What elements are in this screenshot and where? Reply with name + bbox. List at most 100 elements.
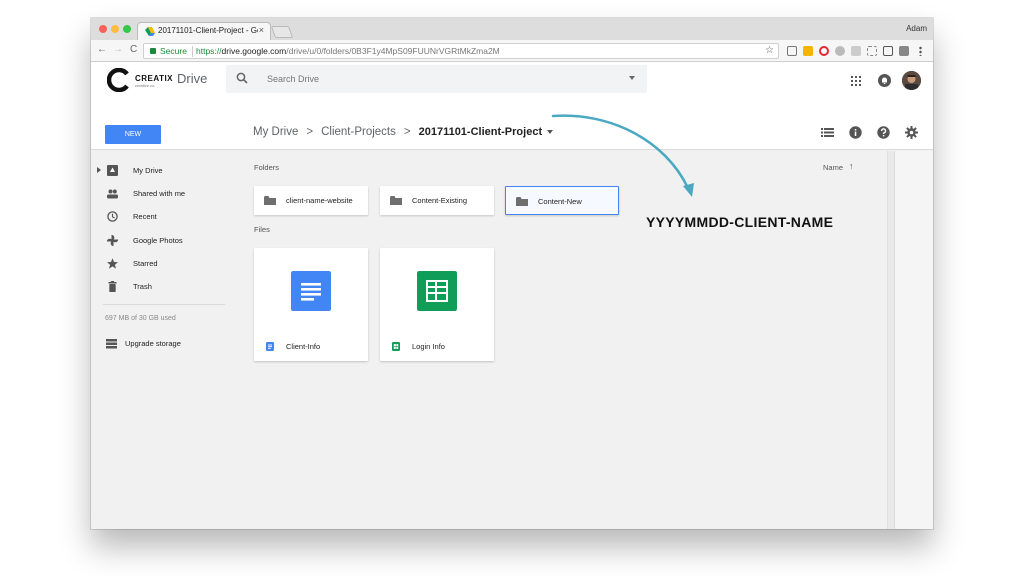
files-heading: Files: [254, 225, 270, 234]
storage-usage: 697 MB of 30 GB used: [105, 315, 176, 322]
url-bar[interactable]: Secure https://drive.google.com/drive/u/…: [143, 43, 779, 59]
product-name: Drive: [177, 71, 208, 86]
address-row: ← → C Secure https://drive.google.com/dr…: [91, 40, 933, 62]
folder-name: Content-New: [538, 197, 582, 206]
sidebar-item-label: My Drive: [133, 166, 163, 175]
sidebar-item-shared-with-me[interactable]: Shared with me: [91, 186, 229, 202]
pinwheel-icon: [107, 235, 118, 246]
logo-tagline: creative co.: [135, 83, 156, 88]
google-sheets-icon: [417, 271, 457, 311]
sidebar-item-starred[interactable]: Starred: [91, 256, 229, 272]
cast-icon[interactable]: [787, 46, 797, 56]
upgrade-storage-link[interactable]: Upgrade storage: [91, 336, 229, 352]
bookmark-star-icon[interactable]: ☆: [765, 45, 774, 56]
profile-name[interactable]: Adam: [906, 24, 927, 33]
breadcrumb: My Drive > Client-Projects >20171101-Client…: [253, 126, 554, 138]
folder-icon: [516, 197, 528, 206]
new-tab-button[interactable]: [270, 26, 294, 38]
file-name: Login Info: [412, 342, 445, 351]
star-icon: [107, 258, 118, 269]
expand-caret-icon[interactable]: [97, 167, 101, 173]
help-icon[interactable]: [877, 126, 890, 139]
tab-close-icon[interactable]: ×: [259, 25, 264, 35]
file-browser: Folders Name ↑ client-name-website Conte…: [229, 151, 887, 529]
sidebar-item-label: Google Photos: [133, 236, 183, 245]
list-view-icon[interactable]: [821, 126, 834, 139]
avatar-face-icon: [902, 71, 921, 90]
folder-item-selected[interactable]: Content-New: [505, 186, 619, 215]
sidebar-divider: [103, 304, 225, 305]
naming-convention-annotation: YYYYMMDD-CLIENT-NAME: [646, 214, 834, 230]
drive-header: CREATIX creative co. Drive Search Drive: [91, 62, 933, 150]
calendar-extension-icon[interactable]: [803, 46, 813, 56]
grid-extension-icon[interactable]: [883, 46, 893, 56]
file-thumbnail: [380, 248, 494, 333]
breadcrumb-separator: >: [306, 126, 314, 138]
more-menu-icon[interactable]: [919, 46, 922, 56]
my-drive-icon: [107, 165, 118, 176]
file-card[interactable]: Client-Info: [254, 248, 368, 361]
opera-extension-icon[interactable]: [819, 46, 829, 56]
file-card[interactable]: Login Info: [380, 248, 494, 361]
url-text: https://drive.google.com/drive/u/0/folde…: [196, 46, 500, 56]
breadcrumb-client-projects[interactable]: Client-Projects: [321, 126, 396, 138]
sidebar-item-label: Trash: [133, 282, 152, 291]
breadcrumb-separator: >: [403, 126, 411, 138]
folder-menu-caret-icon[interactable]: [547, 129, 554, 134]
folder-item[interactable]: Content-Existing: [380, 186, 494, 215]
sidebar-item-recent[interactable]: Recent: [91, 209, 229, 225]
folder-icon: [390, 196, 402, 205]
settings-gear-icon[interactable]: [905, 126, 918, 139]
url-host: drive.google.com: [221, 46, 287, 56]
folder-name: client-name-website: [286, 196, 353, 205]
url-path: /drive/u/0/folders/0B3F1y4MpS09FUUNrVGRt…: [286, 46, 500, 56]
back-button[interactable]: ←: [97, 44, 107, 55]
scrollbar[interactable]: [888, 151, 895, 529]
secure-label: Secure: [160, 46, 187, 56]
doc-type-icon: [266, 342, 274, 351]
upgrade-storage-label: Upgrade storage: [125, 339, 181, 348]
minimize-window-button[interactable]: [111, 25, 119, 33]
notifications-bell-icon[interactable]: [878, 74, 891, 87]
sheet-type-icon: [392, 342, 400, 351]
people-icon: [107, 189, 118, 199]
browser-tab[interactable]: 20171101-Client-Project - Go ×: [137, 22, 271, 40]
apps-grid-icon[interactable]: [851, 76, 861, 86]
sidebar-item-trash[interactable]: Trash: [91, 279, 229, 295]
forward-button[interactable]: →: [113, 44, 123, 55]
url-separator: [192, 46, 193, 57]
search-input[interactable]: Search Drive: [226, 65, 647, 93]
folder-item[interactable]: client-name-website: [254, 186, 368, 215]
lock-icon: [150, 48, 156, 54]
search-options-icon[interactable]: [629, 76, 635, 80]
breadcrumb-my-drive[interactable]: My Drive: [253, 126, 298, 138]
reload-button[interactable]: C: [130, 44, 137, 55]
new-button[interactable]: NEW: [105, 125, 161, 144]
file-thumbnail: [254, 248, 368, 333]
google-docs-icon: [291, 271, 331, 311]
sort-by-name-button[interactable]: Name: [823, 163, 843, 172]
extension-icon[interactable]: [851, 46, 861, 56]
info-icon[interactable]: [849, 126, 862, 139]
trash-icon: [108, 281, 117, 292]
sidebar-item-my-drive[interactable]: My Drive: [91, 163, 229, 179]
screenshot-extension-icon[interactable]: [867, 46, 877, 56]
file-name: Client-Info: [286, 342, 321, 351]
translate-extension-icon[interactable]: [899, 46, 909, 56]
maximize-window-button[interactable]: [123, 25, 131, 33]
sidebar-item-label: Starred: [133, 259, 158, 268]
sidebar-item-google-photos[interactable]: Google Photos: [91, 233, 229, 249]
cloud-extension-icon[interactable]: [835, 46, 845, 56]
search-placeholder: Search Drive: [267, 74, 320, 84]
account-avatar[interactable]: [902, 71, 921, 90]
close-window-button[interactable]: [99, 25, 107, 33]
folder-name: Content-Existing: [412, 196, 468, 205]
search-icon: [236, 72, 248, 84]
sidebar-item-label: Shared with me: [133, 189, 186, 198]
clock-icon: [107, 211, 118, 222]
folder-icon: [264, 196, 276, 205]
folders-heading: Folders: [254, 163, 280, 172]
sort-direction-icon[interactable]: ↑: [849, 161, 854, 171]
drive-favicon-icon: [145, 27, 155, 36]
breadcrumb-current-folder[interactable]: 20171101-Client-Project: [419, 126, 543, 138]
